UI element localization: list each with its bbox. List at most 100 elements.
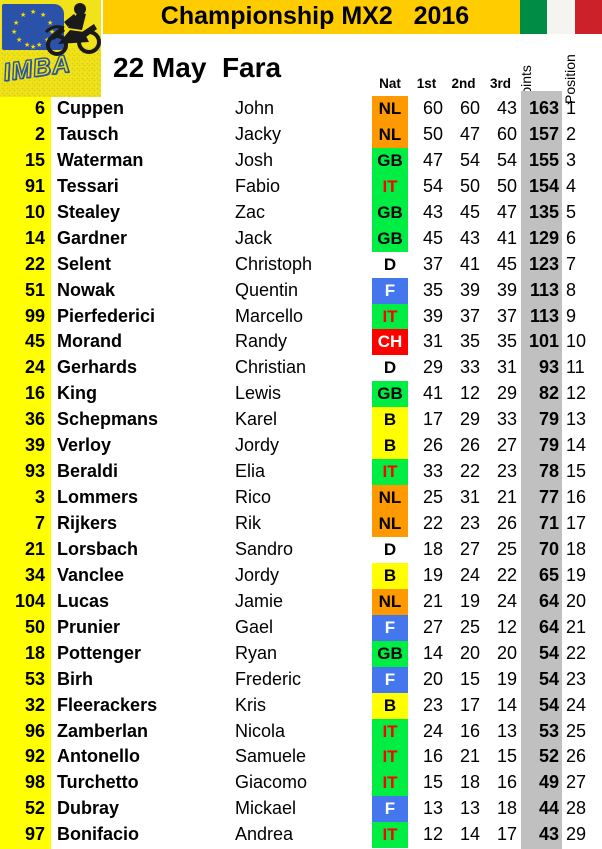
rider-number: 15	[24, 149, 45, 170]
final-position: 17	[566, 513, 587, 533]
table-row: 99 Pierfederici Marcello IT 39 37 37 113 9	[0, 303, 602, 330]
total-points: 54	[538, 668, 559, 689]
race3-score: 29	[496, 383, 517, 404]
race3-score: 35	[496, 331, 517, 352]
race2-score: 50	[459, 175, 480, 196]
rider-number: 96	[24, 720, 45, 741]
standings-table: 6 Cuppen John NL 60 60 43 163 1 2 Tausch Jacky NL 50 4…	[0, 96, 602, 849]
results-sheet: Championship MX2 2016 ★ ★ ★ ★ ★ ★ ★ ★ ★ …	[0, 0, 602, 849]
race2-score: 12	[459, 383, 480, 404]
nationality-badge: D	[372, 355, 408, 382]
rider-firstname: Karel	[235, 409, 278, 430]
race1-score: 17	[422, 409, 443, 430]
race2-score: 14	[459, 824, 480, 845]
rider-firstname: Quentin	[235, 279, 299, 300]
rider-surname: Bonifacio	[57, 824, 140, 845]
total-points: 101	[528, 331, 559, 352]
race2-score: 43	[459, 227, 480, 248]
rider-firstname: Christoph	[235, 253, 313, 274]
table-row: 98 Turchetto Giacomo IT 15 18 16 49 27	[0, 770, 602, 797]
race3-score: 21	[496, 487, 517, 508]
nationality-badge: IT	[372, 173, 408, 200]
total-points: 135	[528, 201, 559, 222]
rider-firstname: Jacky	[235, 123, 282, 144]
final-position: 15	[566, 461, 587, 482]
table-row: 53 Birh Frederic F 20 15 19 54 23	[0, 666, 602, 693]
table-row: 51 Nowak Quentin F 35 39 39 113 8	[0, 277, 602, 304]
race3-score: 27	[496, 435, 517, 456]
rider-number: 98	[24, 772, 45, 793]
rider-surname: Verloy	[57, 435, 112, 456]
total-points: 113	[529, 279, 559, 300]
final-position: 25	[566, 720, 587, 741]
rider-surname: Turchetto	[57, 772, 139, 793]
nationality-badge: F	[372, 277, 408, 304]
race1-score: 15	[422, 772, 443, 793]
race3-score: 25	[496, 538, 517, 559]
table-row: 92 Antonello Samuele IT 16 21 15 52 26	[0, 744, 602, 771]
nationality-badge: F	[372, 666, 408, 693]
table-row: 22 Selent Christoph D 37 41 45 123 7	[0, 251, 602, 278]
rider-surname: Morand	[57, 331, 122, 352]
rider-firstname: Samuele	[235, 746, 307, 767]
rider-number: 10	[24, 201, 45, 222]
race3-score: 15	[496, 746, 517, 767]
rider-number: 92	[24, 746, 45, 767]
race2-score: 21	[459, 746, 480, 767]
final-position: 3	[566, 149, 577, 170]
final-position: 11	[566, 357, 585, 378]
table-row: 93 Beraldi Elia IT 33 22 23 78 15	[0, 459, 602, 486]
table-row: 7 Rijkers Rik NL 22 23 26 71 17	[0, 511, 602, 537]
race1-score: 60	[422, 98, 443, 118]
nationality-badge: GB	[372, 147, 408, 174]
rider-surname: Cuppen	[57, 98, 124, 118]
race1-score: 12	[422, 824, 443, 845]
race1-score: 24	[422, 720, 443, 741]
rider-firstname: Rik	[235, 513, 261, 533]
rider-surname: Fleerackers	[57, 694, 158, 715]
final-position: 9	[566, 305, 577, 326]
total-points: 157	[528, 123, 559, 144]
total-points: 70	[538, 538, 559, 559]
table-row: 10 Stealey Zac GB 43 45 47 135 5	[0, 199, 602, 226]
table-row: 2 Tausch Jacky NL 50 47 60 157 2	[0, 121, 602, 148]
race3-score: 22	[496, 564, 517, 585]
race1-score: 43	[422, 201, 443, 222]
race2-score: 20	[459, 642, 480, 663]
rider-firstname: John	[235, 98, 275, 118]
final-position: 29	[566, 824, 587, 845]
table-row: 24 Gerhards Christian D 29 33 31 93 11	[0, 355, 602, 382]
rider-number: 39	[24, 435, 45, 456]
race3-score: 37	[496, 305, 517, 326]
nationality-badge: D	[372, 536, 408, 563]
race3-score: 24	[496, 590, 517, 611]
table-row: 32 Fleerackers Kris B 23 17 14 54 24	[0, 692, 602, 719]
rider-number: 22	[24, 253, 45, 274]
race1-score: 35	[422, 279, 443, 300]
nationality-badge: NL	[372, 511, 408, 537]
final-position: 7	[566, 253, 577, 274]
total-points: 44	[538, 798, 559, 819]
total-points: 52	[538, 746, 559, 767]
table-row: 50 Prunier Gael F 27 25 12 64 21	[0, 614, 602, 641]
rider-surname: Lorsbach	[57, 538, 139, 559]
nationality-badge: D	[372, 251, 408, 278]
race3-score: 60	[496, 123, 517, 144]
total-points: 77	[538, 487, 559, 508]
table-row: 39 Verloy Jordy B 26 26 27 79 14	[0, 433, 602, 460]
final-position: 8	[566, 279, 577, 300]
table-row: 104 Lucas Jamie NL 21 19 24 64 20	[0, 588, 602, 615]
race2-score: 29	[459, 409, 480, 430]
race1-score: 25	[422, 487, 443, 508]
rider-surname: Lucas	[57, 590, 110, 611]
page-title: Championship MX2 2016	[160, 2, 470, 30]
rider-number: 32	[24, 694, 45, 715]
nationality-badge: NL	[372, 485, 408, 511]
table-row: 18 Pottenger Ryan GB 14 20 20 54 22	[0, 640, 602, 667]
rider-surname: Waterman	[57, 149, 144, 170]
final-position: 22	[566, 642, 587, 663]
race3-score: 16	[496, 772, 517, 793]
nationality-badge: IT	[372, 744, 408, 771]
total-points: 43	[538, 824, 559, 845]
total-points: 79	[538, 435, 559, 456]
